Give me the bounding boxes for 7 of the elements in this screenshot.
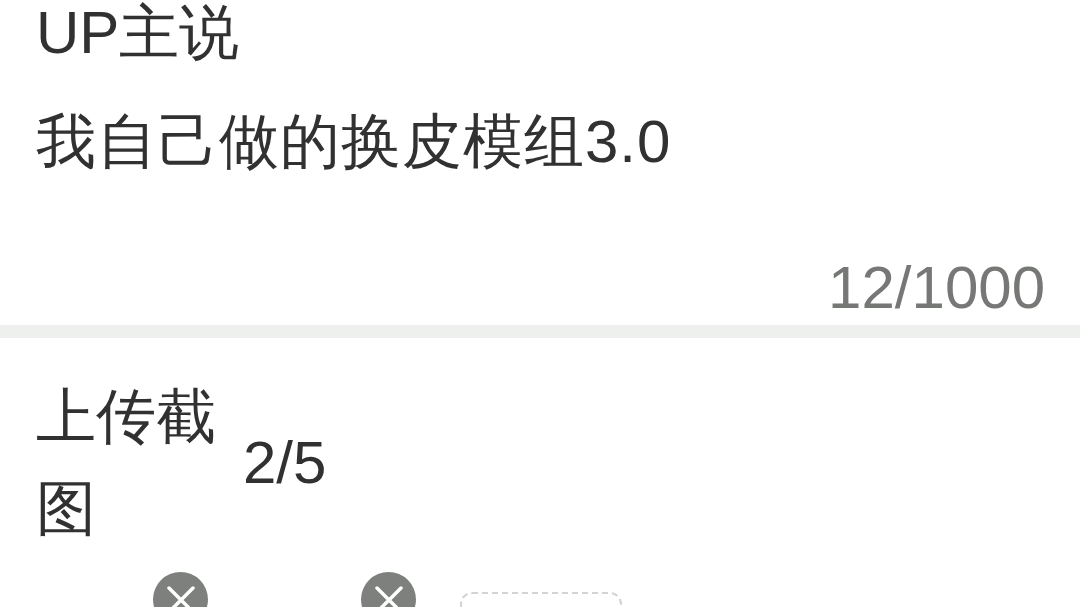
section-title: UP主说 — [36, 0, 241, 66]
section-title: 上传截图 — [36, 382, 217, 544]
close-icon — [166, 585, 195, 607]
character-counter: 12/1000 — [828, 258, 1045, 318]
close-icon — [374, 585, 403, 607]
upload-counter: 2/5 — [243, 433, 327, 493]
description-field[interactable]: 我自己做的换皮模组3.0 — [36, 112, 1045, 172]
